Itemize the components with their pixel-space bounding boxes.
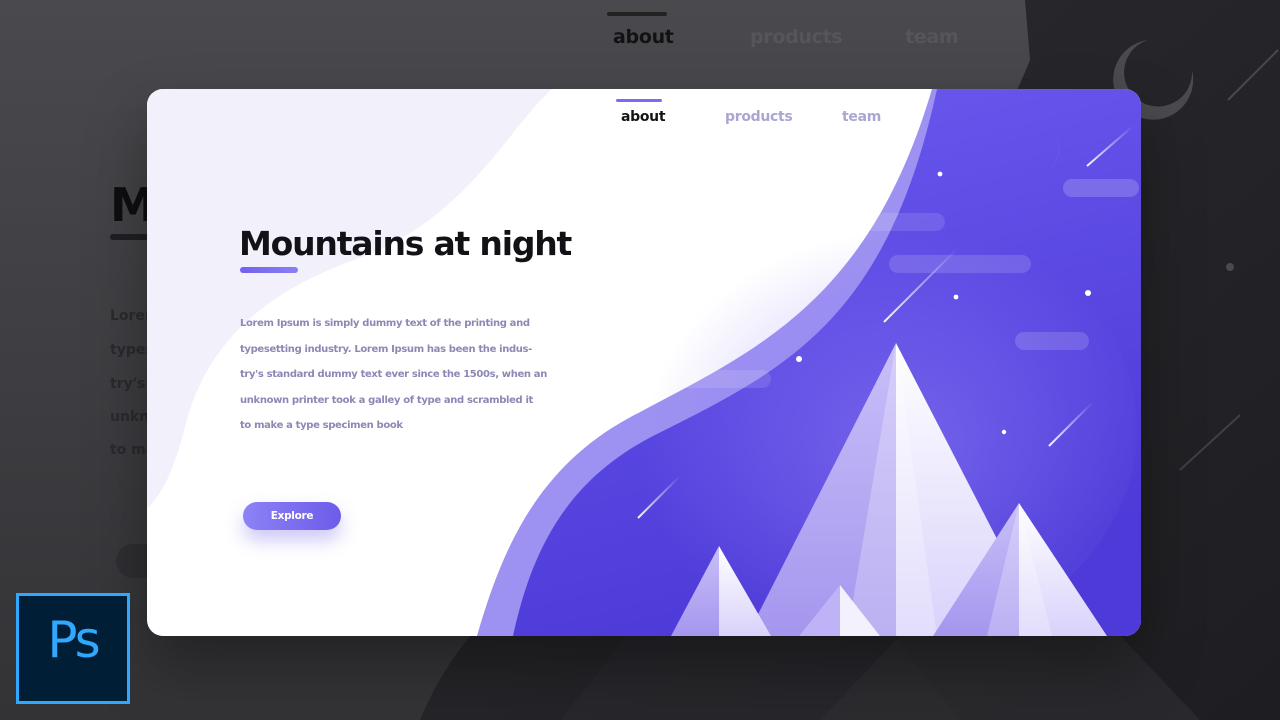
explore-button[interactable]: Explore [243,502,341,530]
nav-active-indicator [616,99,662,102]
nav-products[interactable]: products [725,109,793,125]
background-nav-team: team [905,26,959,48]
photoshop-logo-text: Ps [47,611,100,669]
background-nav-products: products [750,26,843,48]
cloud [1063,179,1139,197]
nav-team[interactable]: team [842,109,881,125]
cloud [1015,332,1089,350]
hero-title: Mountains at night [239,224,572,263]
cloud [889,255,1031,273]
background-nav: about products team [0,0,1280,70]
cloud [667,370,771,388]
hero-description-line: to make a type specimen book [240,420,403,431]
hero-title-underline [240,267,298,273]
photoshop-logo: Ps [16,593,130,704]
hero-description-line: typesetting industry. Lorem Ipsum has be… [240,343,532,355]
star [796,356,802,362]
background-star [1226,263,1234,271]
hero-description: Lorem Ipsum is simply dummy text of the … [240,318,547,446]
background-nav-indicator [607,12,667,16]
star [953,294,959,300]
cloud [837,213,945,231]
landing-page-card: about products team Mountains at night L… [147,89,1141,636]
nav-about[interactable]: about [621,109,666,125]
hero-description-line: Lorem Ipsum is simply dummy text of the … [240,318,530,329]
star [1085,290,1091,296]
hero-description-line: unknown printer took a galley of type an… [240,394,533,406]
hero-description-line: try's standard dummy text ever since the… [240,369,547,380]
background-nav-about: about [613,26,674,48]
pale-wave-shape [147,89,552,509]
star [937,171,943,177]
star [1001,429,1007,435]
